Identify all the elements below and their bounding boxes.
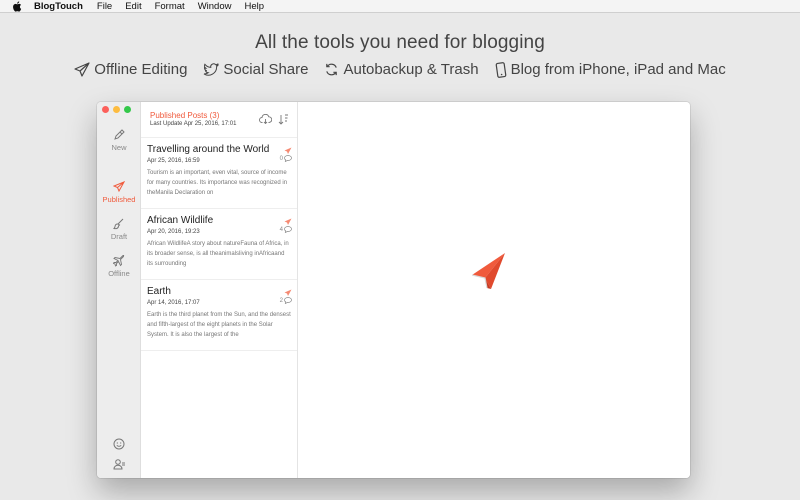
sort-icon[interactable] xyxy=(278,114,289,125)
post-excerpt: Earth is the third planet from the Sun, … xyxy=(147,312,291,338)
pen-icon xyxy=(114,129,125,140)
sidebar: New Published Draft Offline xyxy=(97,102,141,478)
sidebar-item-label: Draft xyxy=(110,232,128,241)
apple-logo-icon[interactable] xyxy=(12,0,24,12)
comment-count-value: 4 xyxy=(279,226,283,233)
post-excerpt: African WildlifeA story about natureFaun… xyxy=(147,241,289,267)
menu-window[interactable]: Window xyxy=(198,0,232,13)
editor-area xyxy=(298,102,690,478)
phone-icon xyxy=(495,61,506,78)
post-title: Travelling around the World xyxy=(147,144,270,155)
menu-edit[interactable]: Edit xyxy=(125,0,141,13)
close-window-button[interactable] xyxy=(102,106,109,113)
sidebar-item-offline[interactable]: Offline xyxy=(97,255,141,278)
twitter-bird-icon xyxy=(204,62,220,76)
feature-label: Offline Editing xyxy=(94,61,188,78)
menu-bar: BlogTouch File Edit Format Window Help xyxy=(0,0,800,13)
post-item[interactable]: Travelling around the World Apr 25, 2016… xyxy=(141,138,297,209)
comment-count: 2 xyxy=(280,297,292,304)
zoom-window-button[interactable] xyxy=(124,106,131,113)
comment-count: 0 xyxy=(280,155,292,162)
paper-plane-icon xyxy=(113,181,125,193)
post-date: Apr 25, 2016, 16:59 xyxy=(147,158,200,164)
feature-label: Autobackup & Trash xyxy=(343,61,479,78)
sidebar-item-label: Published xyxy=(102,195,136,204)
paper-plane-icon xyxy=(74,61,90,77)
post-list-header: Published Posts (3) Last Update Apr 25, … xyxy=(141,102,297,138)
comment-icon xyxy=(284,155,292,162)
sidebar-item-draft[interactable]: Draft xyxy=(97,218,141,241)
menu-app-name[interactable]: BlogTouch xyxy=(34,0,83,13)
sidebar-item-label: Offline xyxy=(108,269,130,278)
menu-file[interactable]: File xyxy=(97,0,112,13)
airplane-icon xyxy=(113,255,125,267)
app-window: New Published Draft Offline Published Po… xyxy=(97,102,690,478)
comment-count-value: 2 xyxy=(279,297,283,304)
post-list: Published Posts (3) Last Update Apr 25, … xyxy=(141,102,298,478)
post-item[interactable]: African Wildlife Apr 20, 2016, 19:23 Afr… xyxy=(141,209,297,280)
post-date: Apr 14, 2016, 17:07 xyxy=(147,300,200,306)
post-date: Apr 20, 2016, 19:23 xyxy=(147,229,200,235)
post-item[interactable]: Earth Apr 14, 2016, 17:07 Earth is the t… xyxy=(141,280,297,351)
post-excerpt: Tourism is an important, even vital, sou… xyxy=(147,170,288,196)
minimize-window-button[interactable] xyxy=(113,106,120,113)
post-title: Earth xyxy=(147,286,171,297)
sidebar-item-published[interactable]: Published xyxy=(97,181,141,204)
headline: All the tools you need for blogging xyxy=(255,32,545,53)
feature-label: Blog from iPhone, iPad and Mac xyxy=(510,61,726,78)
comment-count: 4 xyxy=(280,226,292,233)
sidebar-item-label: New xyxy=(111,143,127,152)
feature-multi-device: Blog from iPhone, iPad and Mac xyxy=(495,61,726,78)
smiley-icon xyxy=(113,438,125,450)
paper-plane-logo-icon xyxy=(469,252,507,295)
features-row: Offline Editing Social Share Autobackup … xyxy=(0,61,800,78)
menu-help[interactable]: Help xyxy=(244,0,264,13)
user-icon xyxy=(112,459,125,470)
refresh-icon xyxy=(326,63,338,76)
menu-format[interactable]: Format xyxy=(155,0,185,13)
cloud-sync-icon[interactable] xyxy=(259,114,272,125)
comment-icon xyxy=(284,226,292,233)
feature-social-share: Social Share xyxy=(203,61,308,78)
comment-icon xyxy=(284,297,292,304)
feedback-button[interactable] xyxy=(97,438,141,450)
accounts-button[interactable] xyxy=(97,458,141,470)
brush-icon xyxy=(113,218,124,230)
feature-label: Social Share xyxy=(223,61,309,78)
feature-autobackup: Autobackup & Trash xyxy=(324,61,479,78)
window-controls xyxy=(102,106,135,113)
post-title: African Wildlife xyxy=(147,215,214,226)
sidebar-item-new[interactable]: New xyxy=(97,129,141,152)
comment-count-value: 0 xyxy=(279,155,283,162)
feature-offline-editing: Offline Editing xyxy=(74,61,187,78)
